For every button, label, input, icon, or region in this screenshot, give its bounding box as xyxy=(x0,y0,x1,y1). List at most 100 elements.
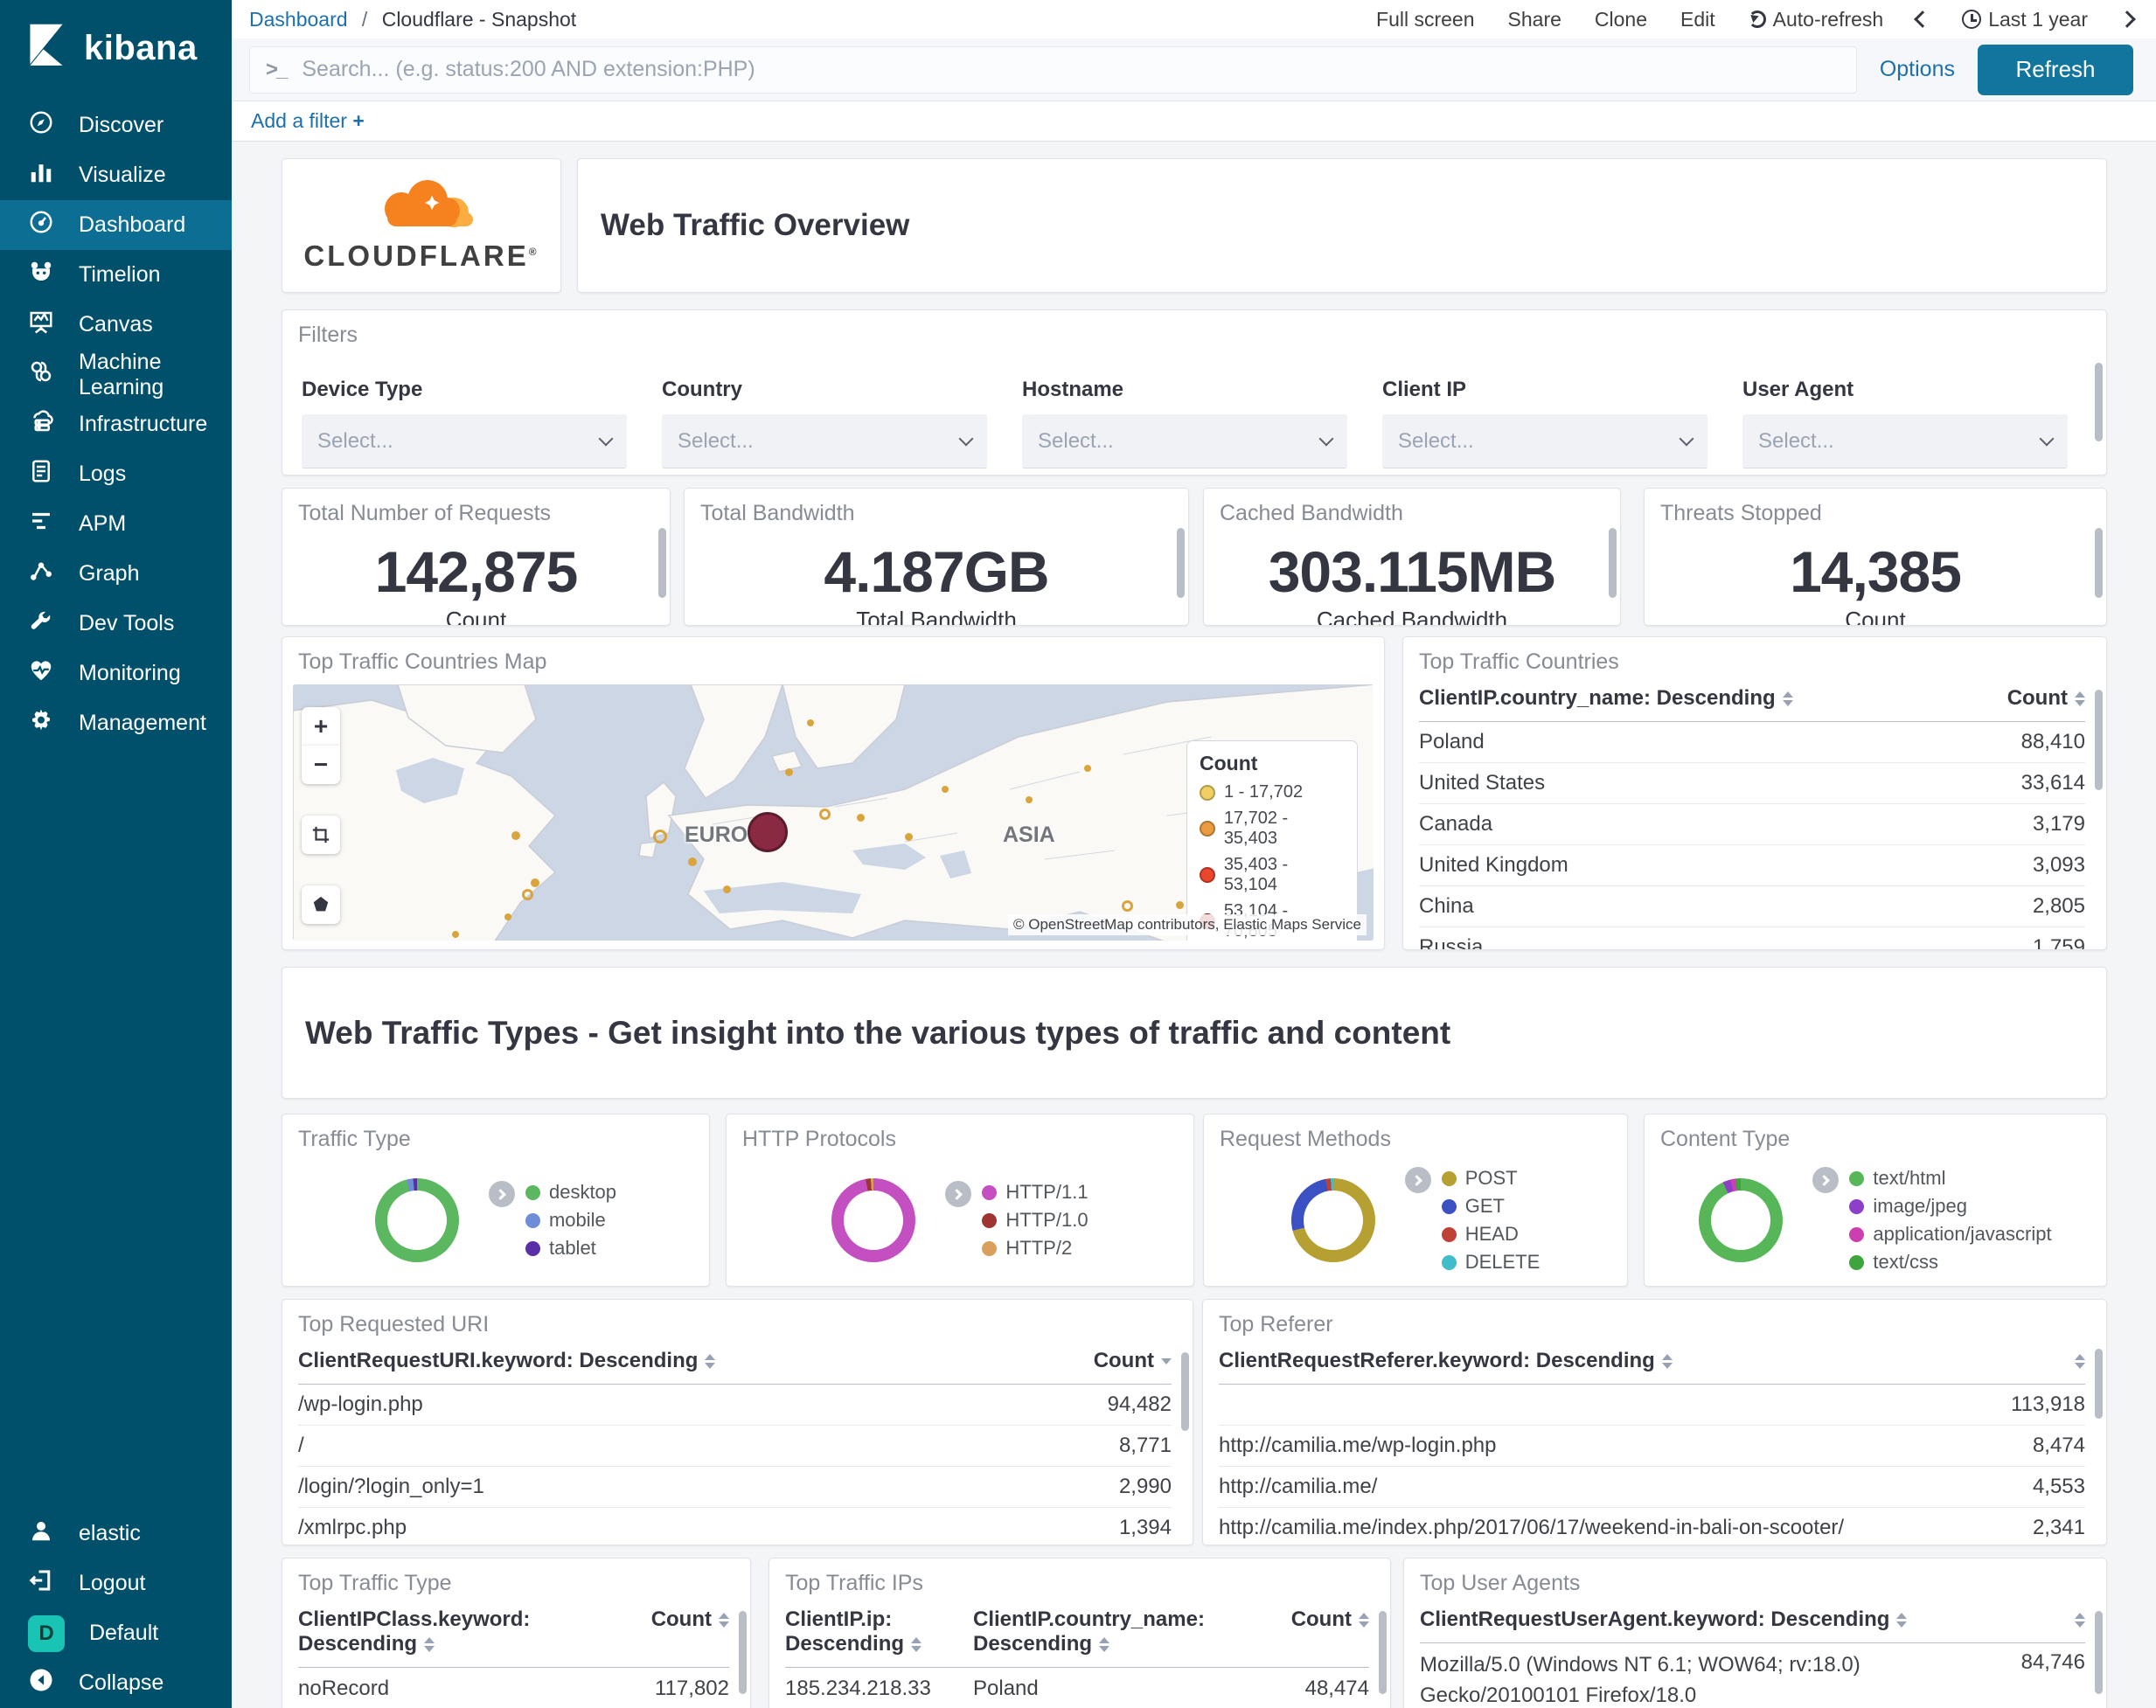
donut-chart[interactable] xyxy=(374,1178,459,1262)
sort-icon[interactable] xyxy=(911,1637,922,1653)
legend-item[interactable]: image/jpeg xyxy=(1849,1195,2051,1218)
panel-scrollbar[interactable] xyxy=(2095,1611,2103,1694)
map-dot[interactable] xyxy=(653,830,667,844)
sort-icon[interactable] xyxy=(1661,1354,1673,1370)
device-type-select[interactable]: Select... xyxy=(302,414,627,469)
panel-scrollbar[interactable] xyxy=(2095,528,2103,598)
legend-item[interactable]: DELETE xyxy=(1441,1251,1540,1274)
panel-scrollbar[interactable] xyxy=(1379,1611,1387,1694)
map-dot[interactable] xyxy=(1026,796,1033,803)
sidebar-collapse[interactable]: Collapse xyxy=(0,1658,232,1708)
auto-refresh-button[interactable]: Auto-refresh xyxy=(1748,8,1883,31)
client-ip-select[interactable]: Select... xyxy=(1382,414,1707,469)
sort-icon[interactable] xyxy=(719,1613,729,1628)
legend-expand-icon[interactable] xyxy=(945,1181,972,1207)
map-dot[interactable] xyxy=(905,833,913,841)
panel-scrollbar[interactable] xyxy=(1181,1352,1189,1431)
donut-chart[interactable] xyxy=(831,1178,916,1262)
time-range-picker[interactable]: Last 1 year xyxy=(1962,8,2088,31)
polygon-tool-button[interactable] xyxy=(302,885,340,924)
donut-chart[interactable] xyxy=(1290,1178,1375,1262)
sort-icon[interactable] xyxy=(424,1637,435,1653)
sidebar-item-discover[interactable]: Discover xyxy=(0,101,232,150)
panel-scrollbar[interactable] xyxy=(1177,528,1185,598)
legend-expand-icon[interactable] xyxy=(488,1181,515,1207)
sidebar-logout[interactable]: Logout xyxy=(0,1559,232,1608)
map-dot[interactable] xyxy=(1176,901,1184,909)
map-dot[interactable] xyxy=(723,885,731,893)
refresh-button[interactable]: Refresh xyxy=(1978,44,2133,95)
panel-scrollbar[interactable] xyxy=(1609,528,1617,598)
map-dot[interactable] xyxy=(857,814,865,822)
legend-item[interactable]: GET xyxy=(1441,1195,1540,1218)
sidebar-item-machine-learning[interactable]: Machine Learning xyxy=(0,350,232,399)
search-input[interactable] xyxy=(302,57,1840,82)
map-dot[interactable] xyxy=(785,768,793,776)
sort-icon[interactable] xyxy=(1359,1613,1369,1628)
sidebar-item-graph[interactable]: Graph xyxy=(0,549,232,599)
clone-button[interactable]: Clone xyxy=(1595,8,1647,31)
sort-icon[interactable] xyxy=(1896,1613,1908,1628)
full-screen-button[interactable]: Full screen xyxy=(1376,8,1474,31)
sidebar-user[interactable]: elastic xyxy=(0,1509,232,1559)
legend-item[interactable]: POST xyxy=(1441,1167,1540,1190)
map-dot[interactable] xyxy=(522,889,533,900)
sort-icon[interactable] xyxy=(1161,1358,1172,1365)
legend-expand-icon[interactable] xyxy=(1812,1167,1840,1193)
legend-item[interactable]: 17,702 - 35,403 xyxy=(1200,809,1345,849)
sort-icon[interactable] xyxy=(2075,1613,2085,1628)
zoom-in-button[interactable]: + xyxy=(302,707,340,746)
add-filter-link[interactable]: Add a filter + xyxy=(251,109,365,133)
hostname-select[interactable]: Select... xyxy=(1022,414,1347,469)
map-dot[interactable] xyxy=(688,857,697,866)
world-map[interactable]: + − EUROPE ASIA Count 1 - 17,702 17,702 … xyxy=(293,684,1374,941)
map-dot[interactable] xyxy=(819,809,831,820)
map-dot[interactable] xyxy=(531,878,539,887)
share-button[interactable]: Share xyxy=(1508,8,1561,31)
edit-button[interactable]: Edit xyxy=(1680,8,1715,31)
sort-icon[interactable] xyxy=(705,1354,716,1370)
legend-item[interactable]: 35,403 - 53,104 xyxy=(1200,855,1345,895)
map-bubble-poland[interactable] xyxy=(748,812,788,852)
map-dot[interactable] xyxy=(504,913,511,920)
sidebar-item-timelion[interactable]: Timelion xyxy=(0,250,232,300)
map-dot[interactable] xyxy=(1084,765,1091,772)
legend-item[interactable]: HEAD xyxy=(1441,1223,1540,1246)
sidebar-item-dashboard[interactable]: Dashboard xyxy=(0,200,232,250)
legend-item[interactable]: mobile xyxy=(525,1209,616,1232)
options-link[interactable]: Options xyxy=(1880,57,1955,82)
donut-chart[interactable] xyxy=(1699,1178,1784,1262)
legend-item[interactable]: text/css xyxy=(1849,1251,2051,1274)
zoom-out-button[interactable]: − xyxy=(302,746,340,784)
map-dot[interactable] xyxy=(807,719,814,726)
legend-item[interactable]: application/javascript xyxy=(1849,1223,2052,1246)
legend-expand-icon[interactable] xyxy=(1404,1167,1431,1193)
sidebar-item-monitoring[interactable]: Monitoring xyxy=(0,649,232,698)
country-select[interactable]: Select... xyxy=(662,414,987,469)
sidebar-item-canvas[interactable]: Canvas xyxy=(0,300,232,350)
panel-scrollbar[interactable] xyxy=(2095,363,2103,441)
panel-scrollbar[interactable] xyxy=(2095,690,2103,790)
crop-tool-button[interactable] xyxy=(302,816,340,854)
user-agent-select[interactable]: Select... xyxy=(1742,414,2068,469)
legend-item[interactable]: HTTP/1.1 xyxy=(982,1181,1088,1204)
sidebar-item-dev-tools[interactable]: Dev Tools xyxy=(0,599,232,649)
panel-scrollbar[interactable] xyxy=(739,1611,747,1694)
map-dot[interactable] xyxy=(942,786,949,793)
legend-item[interactable]: 1 - 17,702 xyxy=(1200,782,1345,802)
sidebar-item-management[interactable]: Management xyxy=(0,698,232,748)
map-dot[interactable] xyxy=(452,931,459,938)
legend-item[interactable]: desktop xyxy=(525,1181,616,1204)
map-dot[interactable] xyxy=(511,831,520,840)
legend-item[interactable]: tablet xyxy=(525,1237,616,1260)
sort-icon[interactable] xyxy=(2075,1354,2085,1370)
time-forward-button[interactable] xyxy=(2118,10,2136,28)
sort-icon[interactable] xyxy=(2075,691,2085,707)
sidebar-item-logs[interactable]: Logs xyxy=(0,449,232,499)
sort-icon[interactable] xyxy=(1099,1637,1110,1653)
sidebar-item-apm[interactable]: APM xyxy=(0,499,232,549)
breadcrumb-dashboard-link[interactable]: Dashboard xyxy=(249,8,348,31)
sidebar-space-default[interactable]: D Default xyxy=(0,1608,232,1658)
legend-item[interactable]: text/html xyxy=(1849,1167,2051,1190)
sidebar-item-infrastructure[interactable]: Infrastructure xyxy=(0,399,232,449)
